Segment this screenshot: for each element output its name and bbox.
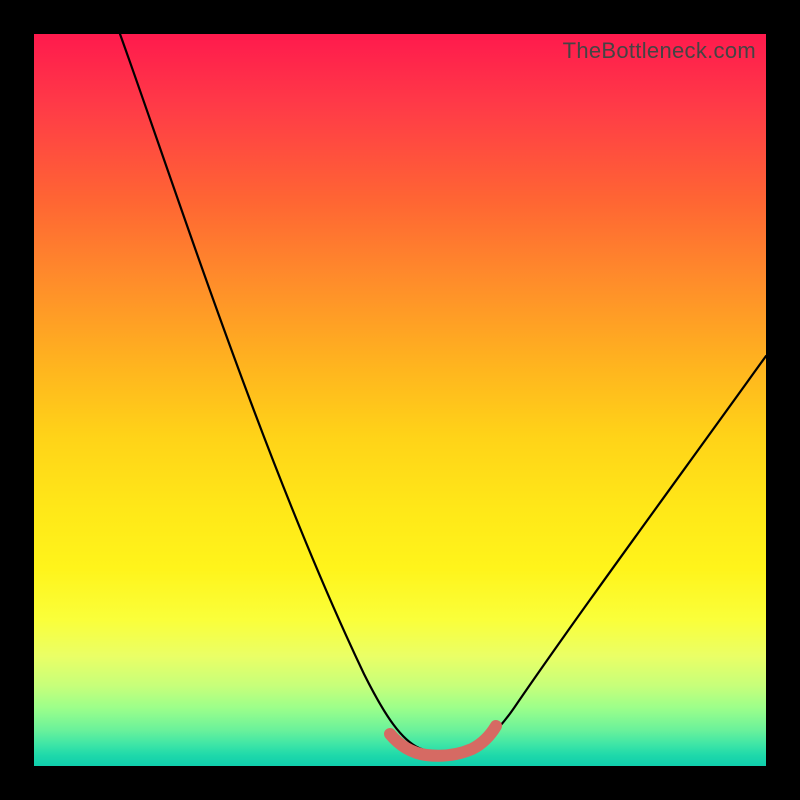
optimal-range-marker [390, 726, 496, 756]
bottleneck-curve [120, 34, 766, 754]
watermark-text: TheBottleneck.com [563, 38, 756, 64]
chart-frame: TheBottleneck.com [0, 0, 800, 800]
plot-area: TheBottleneck.com [34, 34, 766, 766]
curve-layer [34, 34, 766, 766]
